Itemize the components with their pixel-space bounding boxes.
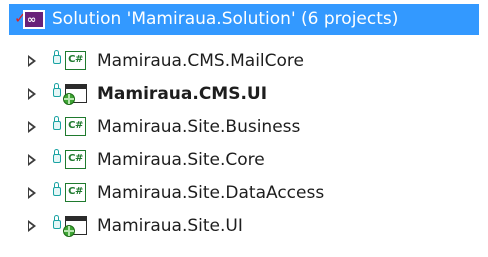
expand-arrow-icon[interactable] [28,154,36,166]
source-control-lock-icon [53,116,61,130]
web-project-icon [63,84,87,105]
project-label: Mamiraua.Site.DataAccess [97,183,325,203]
source-control-lock-icon [53,149,61,163]
expand-arrow-icon[interactable] [28,187,36,199]
project-label-startup: Mamiraua.CMS.UI [97,84,268,104]
source-control-lock-icon [53,50,61,64]
globe-icon [63,225,75,237]
project-label: Mamiraua.CMS.MailCore [97,51,304,71]
csharp-project-icon: C# [65,117,86,136]
expand-arrow-icon[interactable] [28,220,36,232]
csharp-project-icon: C# [65,150,86,169]
solution-label: Solution 'Mamiraua.Solution' (6 projects… [52,9,399,29]
source-control-lock-icon [53,182,61,196]
expand-arrow-icon[interactable] [28,88,36,100]
expand-arrow-icon[interactable] [28,121,36,133]
project-label: Mamiraua.Site.UI [97,216,243,236]
expand-arrow-icon[interactable] [28,55,36,67]
globe-icon [63,93,75,105]
csharp-project-icon: C# [65,51,86,70]
source-control-lock-icon [53,215,61,229]
solution-node[interactable]: ✓ ∞ Solution 'Mamiraua.Solution' (6 proj… [9,4,479,35]
project-label: Mamiraua.Site.Core [97,150,265,170]
visual-studio-solution-icon: ∞ [23,10,45,29]
web-project-icon [63,216,87,237]
project-label: Mamiraua.Site.Business [97,117,301,137]
source-control-lock-icon [53,83,61,97]
csharp-project-icon: C# [65,183,86,202]
